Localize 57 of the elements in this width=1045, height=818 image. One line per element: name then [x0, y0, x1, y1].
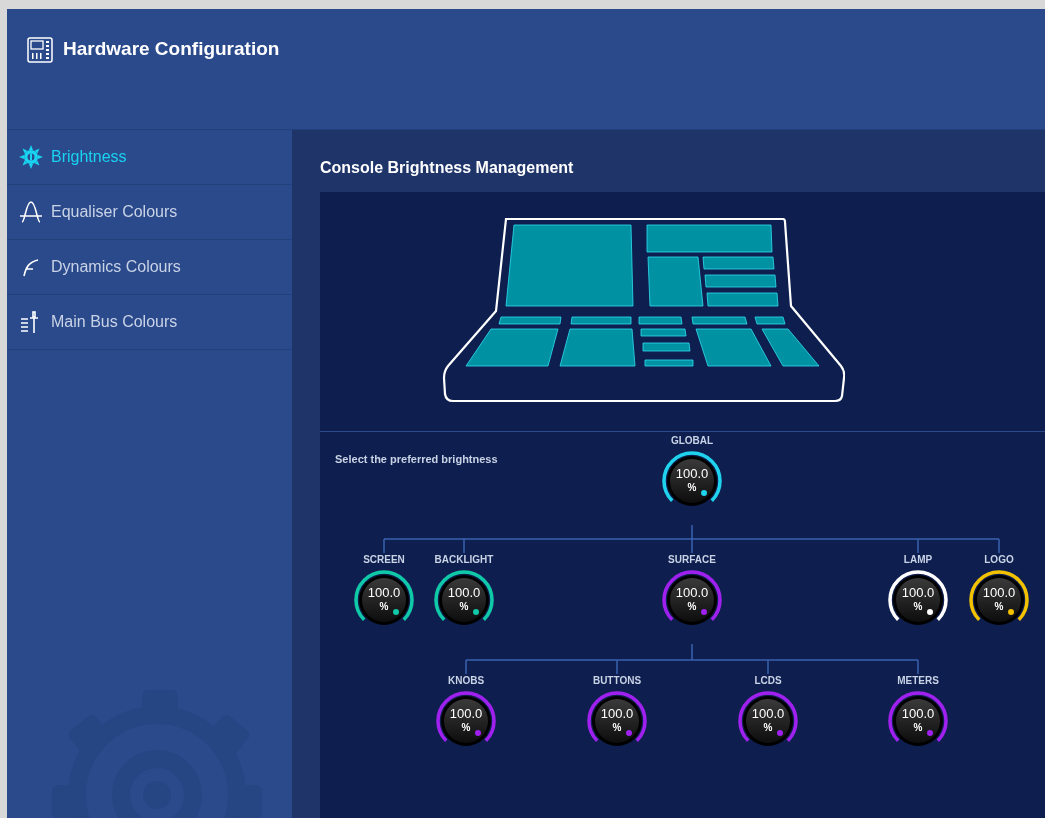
- brightness-knob[interactable]: 100.0 %: [969, 570, 1029, 630]
- knob-unit: %: [762, 722, 774, 733]
- knob-value: 100.0: [900, 707, 936, 721]
- knob-unit: %: [460, 722, 472, 733]
- knob-unit: %: [611, 722, 623, 733]
- indicator-dot: [473, 609, 479, 615]
- indicator-dot: [777, 730, 783, 736]
- indicator-dot: [475, 730, 481, 736]
- brightness-knob[interactable]: 100.0 %: [662, 451, 722, 511]
- knob-label: KNOBS: [447, 675, 485, 687]
- indicator-dot: [626, 730, 632, 736]
- knob-unit: %: [686, 601, 698, 612]
- knob-value: 100.0: [448, 707, 484, 721]
- sun-icon: [19, 145, 43, 169]
- brightness-knob[interactable]: 100.0 %: [587, 691, 647, 751]
- knob-value: 100.0: [981, 586, 1017, 600]
- knob-label: BACKLIGHT: [434, 554, 494, 566]
- knob-label: LAMP: [903, 554, 933, 566]
- knob-label: SURFACE: [668, 554, 716, 566]
- indicator-dot: [701, 609, 707, 615]
- knob-label: LOGO: [984, 554, 1014, 566]
- indicator-dot: [701, 490, 707, 496]
- knob-unit: %: [912, 601, 924, 612]
- brightness-knob[interactable]: 100.0 %: [738, 691, 798, 751]
- knob-label: BUTTONS: [592, 675, 642, 687]
- indicator-dot: [927, 609, 933, 615]
- knob-unit: %: [378, 601, 390, 612]
- instruction-text: Select the preferred brightness: [335, 452, 498, 467]
- brightness-knob[interactable]: 100.0 %: [888, 691, 948, 751]
- knob-label: SCREEN: [363, 554, 405, 566]
- indicator-dot: [1008, 609, 1014, 615]
- knob-unit: %: [912, 722, 924, 733]
- wave-icon: [19, 200, 43, 224]
- indicator-dot: [393, 609, 399, 615]
- knob-label: GLOBAL: [670, 435, 714, 447]
- indicator-dot: [927, 730, 933, 736]
- knob-value: 100.0: [674, 586, 710, 600]
- knob-unit: %: [686, 482, 698, 493]
- brightness-knob[interactable]: 100.0 %: [662, 570, 722, 630]
- knob-unit: %: [458, 601, 470, 612]
- brightness-knob[interactable]: 100.0 %: [434, 570, 494, 630]
- knob-value: 100.0: [674, 467, 710, 481]
- knob-unit: %: [993, 601, 1005, 612]
- brightness-knob[interactable]: 100.0 %: [354, 570, 414, 630]
- knob-value: 100.0: [900, 586, 936, 600]
- brightness-knob[interactable]: 100.0 %: [888, 570, 948, 630]
- brightness-knob[interactable]: 100.0 %: [436, 691, 496, 751]
- sidebar-item[interactable]: Brightness: [7, 130, 292, 185]
- console-icon: [27, 37, 53, 63]
- knob-value: 100.0: [446, 586, 482, 600]
- knob-value: 100.0: [750, 707, 786, 721]
- knob-value: 100.0: [366, 586, 402, 600]
- knob-value: 100.0: [599, 707, 635, 721]
- section-title: Console Brightness Management: [320, 158, 575, 178]
- knob-label: LCDS: [754, 675, 782, 687]
- knob-label: METERS: [897, 675, 939, 687]
- app-title: Hardware Configuration: [63, 37, 280, 61]
